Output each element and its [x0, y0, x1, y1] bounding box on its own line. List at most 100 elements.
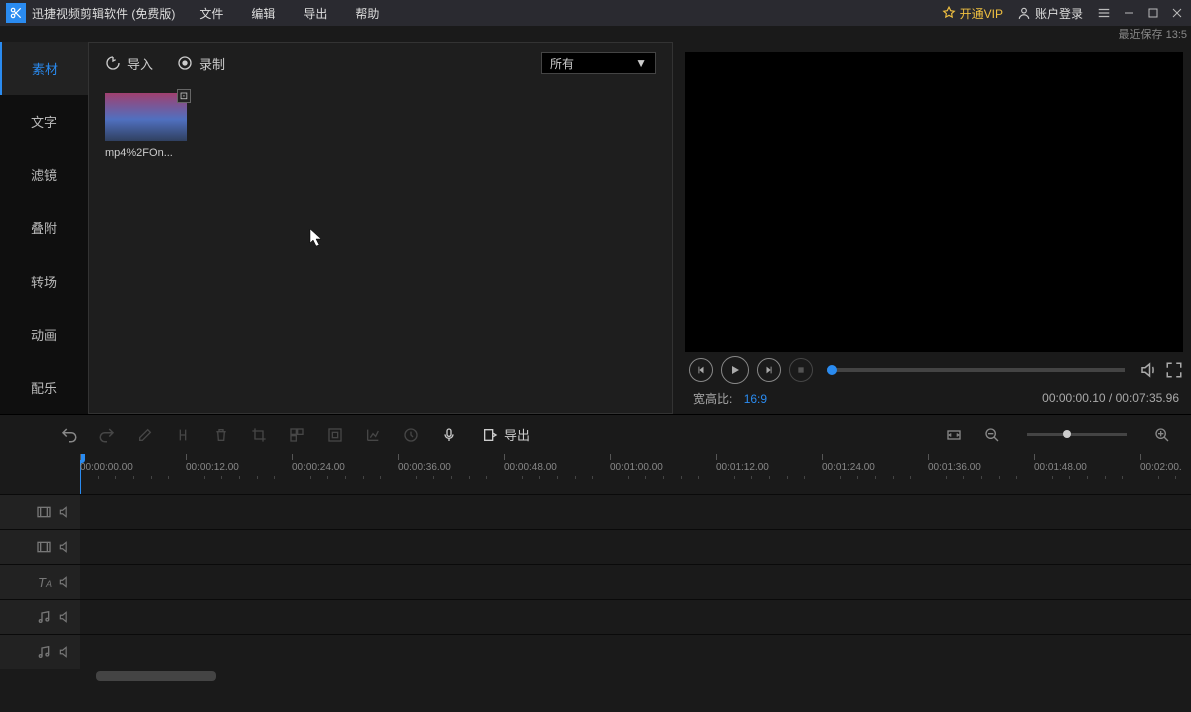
mute-icon[interactable] — [58, 645, 72, 659]
mute-icon[interactable] — [58, 610, 72, 624]
time-current: 00:00:00.10 — [1042, 391, 1105, 405]
import-label: 导入 — [127, 54, 153, 73]
sidebar-tab-media[interactable]: 素材 — [0, 42, 88, 95]
sidebar-tab-music[interactable]: 配乐 — [0, 361, 88, 414]
crop-tool[interactable] — [250, 426, 268, 444]
menu-export[interactable]: 导出 — [303, 5, 327, 22]
split-tool[interactable] — [174, 426, 192, 444]
filter-select[interactable]: 所有 ▼ — [541, 52, 656, 74]
filter-select-value: 所有 — [550, 55, 574, 72]
sidebar-tab-filter[interactable]: 滤镜 — [0, 148, 88, 201]
video-track-icon — [36, 504, 52, 520]
sidebar-tab-overlay[interactable]: 叠附 — [0, 201, 88, 254]
time-sep: / — [1106, 391, 1116, 405]
close-button[interactable] — [1171, 7, 1183, 19]
record-button[interactable]: 录制 — [177, 54, 225, 73]
text-track-icon: TA — [38, 575, 52, 590]
ruler-label: 00:01:36.00 — [928, 462, 981, 473]
ruler-label: 00:00:36.00 — [398, 462, 451, 473]
fullscreen-icon[interactable] — [1165, 361, 1183, 379]
preview-screen[interactable] — [685, 52, 1183, 352]
track-audio-2[interactable] — [0, 634, 1191, 669]
login-button[interactable]: 账户登录 — [1017, 5, 1083, 22]
stop-button[interactable] — [789, 358, 813, 382]
clip-thumbnail: ⊡ — [105, 93, 187, 141]
menubar: 文件 编辑 导出 帮助 — [199, 5, 379, 22]
next-frame-button[interactable] — [757, 358, 781, 382]
music-track-icon — [36, 609, 52, 625]
track-audio-1[interactable] — [0, 599, 1191, 634]
fit-button[interactable] — [945, 426, 963, 444]
ruler-label: 00:01:00.00 — [610, 462, 663, 473]
hamburger-icon[interactable] — [1097, 6, 1111, 20]
timeline-toolbar: 导出 — [0, 414, 1191, 454]
zoom-in-button[interactable] — [1153, 426, 1171, 444]
mute-icon[interactable] — [58, 540, 72, 554]
tracks-area: TA — [0, 494, 1191, 683]
zoom-out-button[interactable] — [983, 426, 1001, 444]
mute-icon[interactable] — [58, 505, 72, 519]
delete-tool[interactable] — [212, 426, 230, 444]
timeline-export-button[interactable]: 导出 — [482, 425, 530, 444]
preview-panel: 宽高比: 16:9 00:00:00.10 / 00:07:35.96 — [681, 42, 1191, 414]
timeline-ruler[interactable]: 00:00:00.00 00:00:12.00 00:00:24.00 00:00:3… — [80, 454, 1191, 494]
sidebar-tab-text[interactable]: 文字 — [0, 95, 88, 148]
play-button[interactable] — [721, 356, 749, 384]
seek-slider[interactable] — [827, 368, 1125, 372]
titlebar: 迅捷视频剪辑软件 (免费版) 文件 编辑 导出 帮助 开通VIP 账户登录 — [0, 0, 1191, 26]
menu-edit[interactable]: 编辑 — [251, 5, 275, 22]
edit-tool[interactable] — [136, 426, 154, 444]
speed-tool[interactable] — [364, 426, 382, 444]
timeline-export-label: 导出 — [504, 425, 530, 444]
window-controls — [1097, 6, 1183, 20]
import-button[interactable]: 导入 — [105, 54, 153, 73]
record-label: 录制 — [199, 54, 225, 73]
media-panel: 导入 录制 所有 ▼ ⊡ mp4%2FOn... — [88, 42, 673, 414]
ruler-label: 00:01:48.00 — [1034, 462, 1087, 473]
clip-label: mp4%2FOn... — [105, 147, 187, 159]
ruler-label: 00:01:24.00 — [822, 462, 875, 473]
redo-button[interactable] — [98, 426, 116, 444]
duration-tool[interactable] — [402, 426, 420, 444]
video-track-icon — [36, 539, 52, 555]
menu-file[interactable]: 文件 — [199, 5, 223, 22]
time-total: 00:07:35.96 — [1116, 391, 1179, 405]
ruler-label: 00:02:00. — [1140, 462, 1182, 473]
chevron-down-icon: ▼ — [635, 56, 647, 70]
menu-help[interactable]: 帮助 — [355, 5, 379, 22]
volume-icon[interactable] — [1139, 361, 1157, 379]
ruler-label: 00:00:00.00 — [80, 462, 133, 473]
minimize-button[interactable] — [1123, 7, 1135, 19]
media-clip[interactable]: ⊡ mp4%2FOn... — [105, 93, 187, 159]
ruler-label: 00:00:24.00 — [292, 462, 345, 473]
save-time: 最近保存 13:5 — [0, 26, 1191, 42]
mosaic-tool[interactable] — [288, 426, 306, 444]
login-label: 账户登录 — [1035, 5, 1083, 22]
playhead[interactable] — [80, 454, 81, 494]
aspect-ratio-label: 宽高比: — [693, 392, 732, 406]
mute-icon[interactable] — [58, 575, 72, 589]
maximize-button[interactable] — [1147, 7, 1159, 19]
sidebar: 素材 文字 滤镜 叠附 转场 动画 配乐 — [0, 42, 88, 414]
zoom-slider[interactable] — [1027, 433, 1127, 436]
freeze-tool[interactable] — [326, 426, 344, 444]
track-text[interactable]: TA — [0, 564, 1191, 599]
track-video-2[interactable] — [0, 529, 1191, 564]
vip-label: 开通VIP — [960, 5, 1003, 22]
undo-button[interactable] — [60, 426, 78, 444]
clip-add-button[interactable]: ⊡ — [177, 89, 191, 103]
sidebar-tab-transition[interactable]: 转场 — [0, 255, 88, 308]
track-video-1[interactable] — [0, 494, 1191, 529]
app-logo — [6, 3, 26, 23]
music-track-icon — [36, 644, 52, 660]
timeline-hscroll[interactable] — [80, 669, 1191, 683]
sidebar-tab-animation[interactable]: 动画 — [0, 308, 88, 361]
voiceover-tool[interactable] — [440, 426, 458, 444]
ruler-label: 00:01:12.00 — [716, 462, 769, 473]
app-title: 迅捷视频剪辑软件 (免费版) — [32, 5, 175, 22]
ruler-label: 00:00:12.00 — [186, 462, 239, 473]
aspect-ratio-value[interactable]: 16:9 — [744, 392, 767, 406]
prev-frame-button[interactable] — [689, 358, 713, 382]
ruler-label: 00:00:48.00 — [504, 462, 557, 473]
vip-button[interactable]: 开通VIP — [942, 5, 1003, 22]
